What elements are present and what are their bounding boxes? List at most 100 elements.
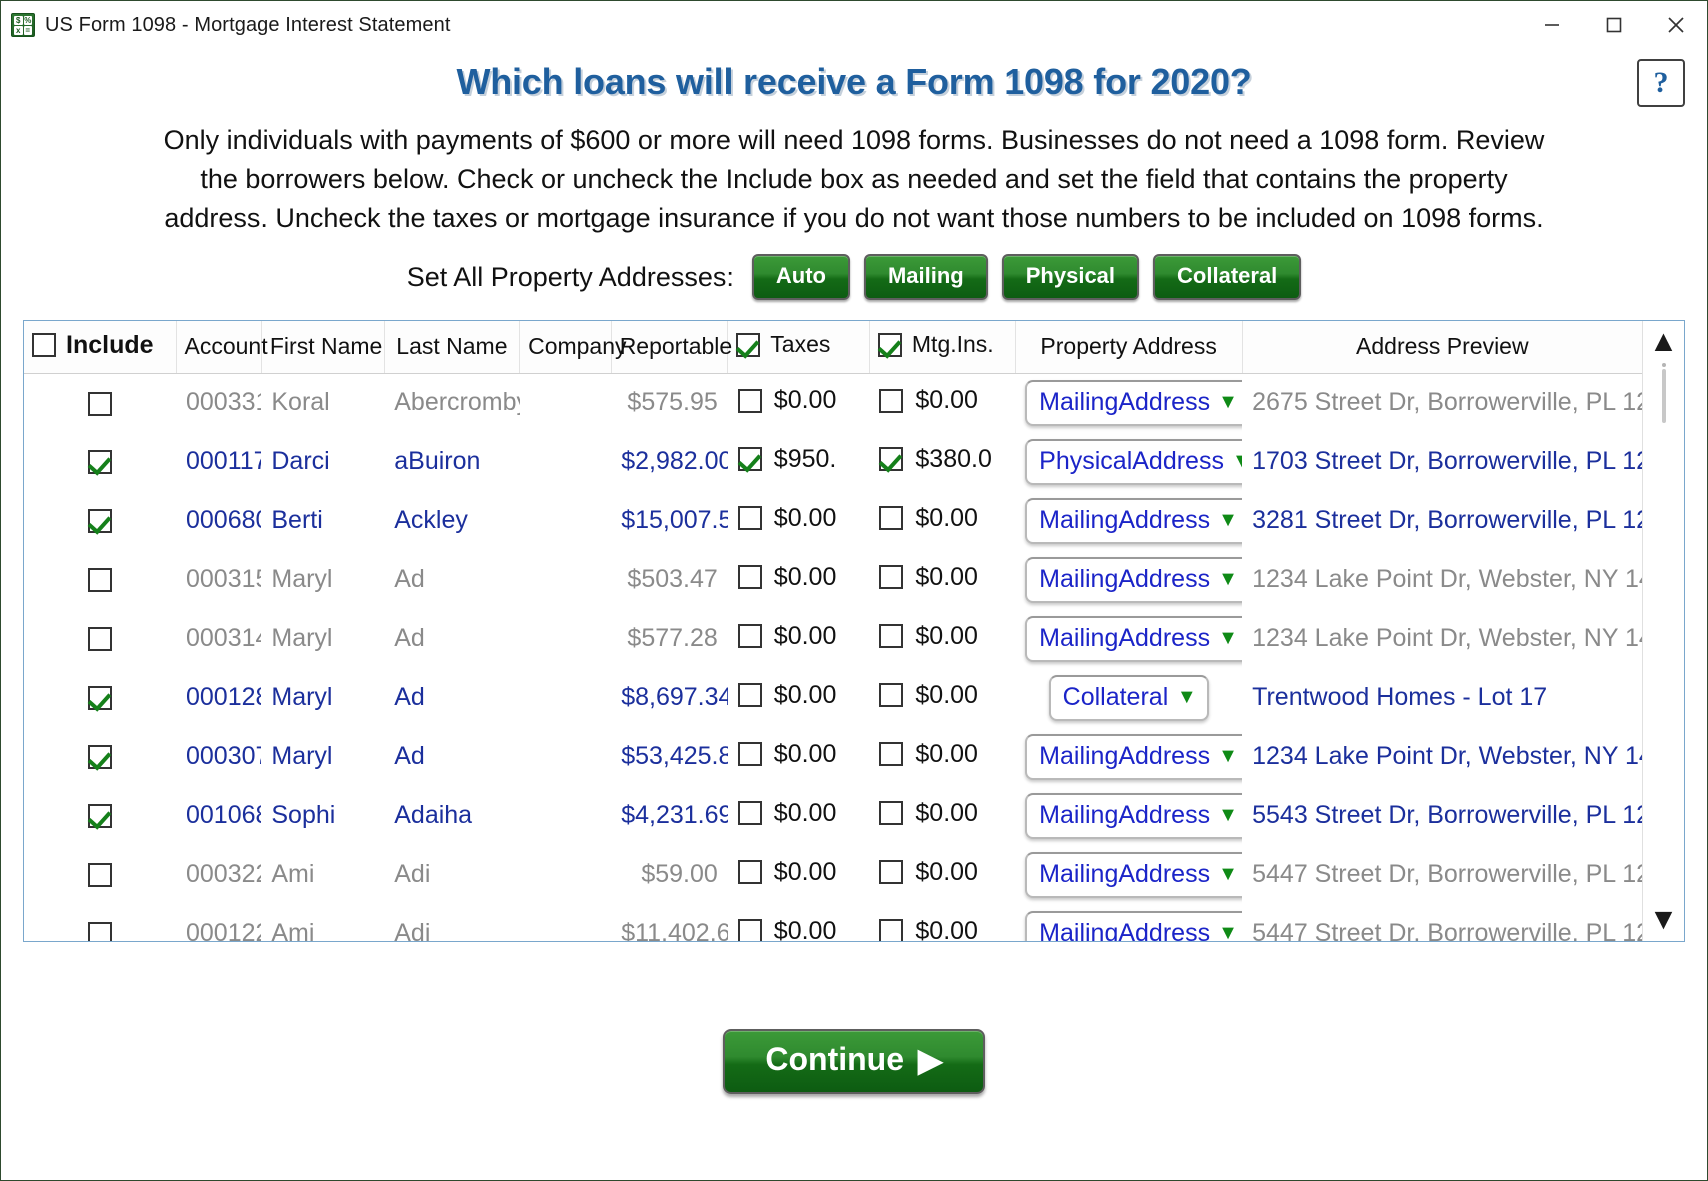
scroll-up-icon[interactable]: ▲ — [1649, 327, 1679, 357]
row-mtgins-checkbox[interactable] — [879, 447, 904, 472]
row-mtgins-cell: $0.00 — [869, 727, 1015, 786]
row-first-name: Koral — [271, 388, 330, 417]
set-all-physical-button[interactable]: Physical — [1001, 254, 1140, 300]
property-address-select[interactable]: MailingAddress ▼ — [1025, 379, 1243, 426]
header-first-name[interactable]: First Name — [261, 321, 385, 374]
property-address-select[interactable]: MailingAddress ▼ — [1025, 733, 1243, 780]
row-taxes-cell: $0.00 — [728, 786, 870, 845]
chevron-down-icon: ▼ — [1218, 568, 1238, 590]
property-address-select[interactable]: MailingAddress ▼ — [1025, 792, 1243, 839]
row-property-address-cell: PhysicalAddress ▼ — [1015, 432, 1243, 491]
row-include-checkbox[interactable] — [88, 686, 112, 711]
header-last-name[interactable]: Last Name — [384, 321, 521, 374]
header-reportable[interactable]: Reportable — [611, 321, 732, 374]
property-address-select[interactable]: MailingAddress ▼ — [1025, 910, 1243, 941]
row-taxes-checkbox[interactable] — [737, 624, 762, 649]
set-all-collateral-button[interactable]: Collateral — [1153, 254, 1302, 300]
table-row[interactable]: 000315 Maryl Ad $503.47 $0.00 $0.00 MailingAdd… — [24, 550, 1642, 609]
header-property-address[interactable]: Property Address — [1015, 321, 1243, 374]
app-icon: $ % x = — [11, 13, 35, 37]
chevron-down-icon: ▼ — [1218, 922, 1238, 941]
table-row[interactable]: 000314 Maryl Ad $577.28 $0.00 $0.00 MailingAdd… — [24, 609, 1642, 668]
row-mtgins-checkbox[interactable] — [879, 860, 904, 885]
row-address-preview: 1234 Lake Point Dr, Webster, NY 14580 — [1252, 624, 1642, 652]
row-include-checkbox[interactable] — [88, 863, 112, 888]
row-taxes-checkbox[interactable] — [737, 565, 762, 590]
header-company[interactable]: Company — [519, 321, 627, 374]
set-all-property-addresses-row: Set All Property Addresses: Auto Mailing… — [1, 254, 1707, 300]
row-first-name: Ami — [271, 919, 315, 941]
property-address-select[interactable]: Collateral ▼ — [1048, 674, 1209, 721]
property-address-select[interactable]: MailingAddress ▼ — [1025, 556, 1243, 603]
maximize-icon[interactable] — [1583, 1, 1645, 49]
minimize-icon[interactable] — [1521, 1, 1583, 49]
table-row[interactable]: 000117 Darci aBuiron $2,982.00 $950. $380.0 Ph… — [24, 432, 1642, 491]
header-address-preview[interactable]: Address Preview — [1242, 321, 1642, 374]
header-account[interactable]: Account — [176, 321, 268, 374]
row-include-checkbox[interactable] — [88, 745, 112, 770]
row-first-name: Maryl — [271, 624, 333, 652]
continue-button[interactable]: Continue ▶ — [723, 1028, 985, 1094]
table-row[interactable]: 001068 Sophi Adaiha $4,231.69 $0.00 $0.00 Mail… — [24, 786, 1642, 845]
row-taxes-checkbox[interactable] — [737, 742, 762, 767]
row-mtgins-checkbox[interactable] — [879, 565, 904, 590]
table-row[interactable]: 000680 Berti Ackley $15,007.59 $0.00 $0.00 Mai… — [24, 491, 1642, 550]
property-address-select[interactable]: MailingAddress ▼ — [1025, 615, 1243, 662]
row-taxes-cell: $0.00 — [728, 491, 870, 550]
table-row[interactable]: 000322 Ami Adi $59.00 $0.00 $0.00 MailingAddre… — [24, 845, 1642, 904]
row-mtgins-cell: $0.00 — [869, 786, 1015, 845]
row-mtgins-checkbox[interactable] — [879, 801, 904, 826]
table-row[interactable]: 000128 Maryl Ad $8,697.34 $0.00 $0.00 Collater… — [24, 668, 1642, 727]
row-include-checkbox[interactable] — [88, 391, 112, 416]
help-icon[interactable]: ? — [1637, 59, 1685, 107]
property-address-select[interactable]: MailingAddress ▼ — [1025, 497, 1243, 544]
header-include-checkbox[interactable] — [32, 333, 56, 357]
set-all-mailing-button[interactable]: Mailing — [863, 254, 988, 300]
property-address-select[interactable]: PhysicalAddress ▼ — [1025, 438, 1243, 485]
row-taxes-amount: $0.00 — [773, 621, 837, 650]
row-include-checkbox[interactable] — [88, 509, 112, 534]
row-include-checkbox[interactable] — [88, 450, 112, 475]
header-mtgins-checkbox[interactable] — [877, 332, 902, 357]
close-icon[interactable] — [1645, 1, 1707, 49]
property-address-select[interactable]: MailingAddress ▼ — [1025, 851, 1243, 898]
row-company — [520, 845, 612, 904]
row-taxes-checkbox[interactable] — [737, 388, 762, 413]
header-mtgins: Mtg.Ins. — [869, 321, 1016, 374]
table-row[interactable]: 000331 Koral Abercromby $575.95 $0.00 $0.00 Ma… — [24, 373, 1642, 432]
row-taxes-checkbox[interactable] — [737, 447, 762, 472]
row-mtgins-checkbox[interactable] — [879, 388, 904, 413]
row-mtgins-checkbox[interactable] — [879, 624, 904, 649]
scroll-down-icon[interactable]: ▼ — [1649, 905, 1679, 935]
row-include-checkbox[interactable] — [88, 804, 112, 829]
table-row[interactable]: 000122 Ami Adi $11,402.67 $0.00 $0.00 MailingA… — [24, 904, 1642, 941]
row-property-address-cell: MailingAddress ▼ — [1015, 550, 1243, 609]
header-taxes-checkbox[interactable] — [736, 332, 761, 357]
row-company — [520, 432, 612, 491]
row-taxes-cell: $0.00 — [728, 904, 870, 941]
row-taxes-amount: $0.00 — [773, 562, 837, 591]
row-include-checkbox[interactable] — [88, 568, 112, 593]
chevron-down-icon: ▼ — [1218, 391, 1238, 414]
row-include-checkbox[interactable] — [88, 922, 112, 941]
row-address-preview: 2675 Street Dr, Borrowerville, PL 12345 — [1252, 388, 1642, 417]
row-taxes-checkbox[interactable] — [737, 860, 762, 885]
row-include-checkbox[interactable] — [88, 627, 112, 652]
row-taxes-checkbox[interactable] — [737, 801, 762, 826]
row-taxes-checkbox[interactable] — [737, 919, 762, 941]
scrollbar-thumb[interactable] — [1662, 369, 1666, 423]
row-mtgins-checkbox[interactable] — [879, 742, 904, 767]
set-all-auto-button[interactable]: Auto — [751, 254, 850, 300]
vertical-scrollbar[interactable]: ▲ ▼ — [1642, 321, 1684, 941]
row-mtgins-checkbox[interactable] — [879, 506, 904, 531]
row-mtgins-checkbox[interactable] — [879, 919, 904, 941]
row-mtgins-checkbox[interactable] — [879, 683, 904, 708]
row-taxes-checkbox[interactable] — [737, 683, 762, 708]
table-row[interactable]: 000307 Maryl Ad $53,425.86 $0.00 $0.00 Mailing… — [24, 727, 1642, 786]
row-taxes-amount: $0.00 — [773, 503, 837, 532]
row-taxes-checkbox[interactable] — [737, 506, 762, 531]
row-reportable: $8,697.34 — [621, 683, 728, 711]
chevron-down-icon: ▼ — [1232, 450, 1242, 473]
app-icon-glyph-dollar: $ — [14, 16, 23, 25]
row-company — [520, 609, 612, 668]
